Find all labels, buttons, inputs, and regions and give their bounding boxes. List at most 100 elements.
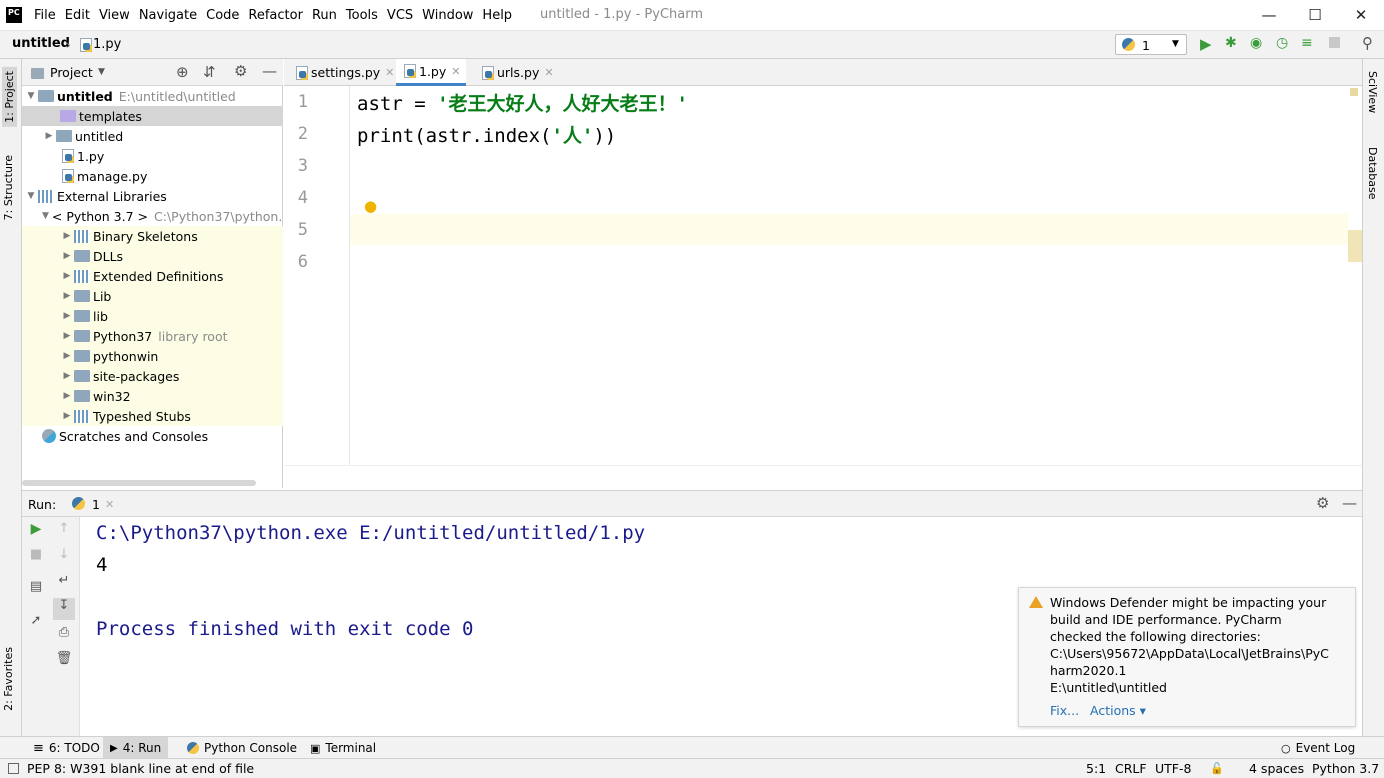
expand-arrow-icon[interactable]: ▶ <box>60 331 74 341</box>
caret-position[interactable]: 5:1 <box>1086 761 1106 776</box>
close-icon[interactable]: ✕ <box>105 498 114 511</box>
locate-icon[interactable]: ⊕ <box>176 63 189 81</box>
menu-edit[interactable]: Edit <box>65 8 90 23</box>
event-log-button[interactable]: ○ Event Log <box>1274 737 1362 759</box>
expand-arrow-icon[interactable]: ▶ <box>60 231 74 241</box>
menu-tools[interactable]: Tools <box>346 8 378 23</box>
profile-icon[interactable]: ◷ <box>1276 35 1288 51</box>
tree-item-binary-skeletons[interactable]: ▶ Binary Skeletons <box>22 226 283 246</box>
tree-item-1py[interactable]: 1.py <box>22 146 283 166</box>
tab-urls-py[interactable]: urls.py ✕ <box>474 59 560 86</box>
lock-icon[interactable]: 🔓 <box>1210 762 1224 775</box>
collapse-all-icon[interactable]: ⇵ <box>203 63 216 81</box>
indent-setting[interactable]: 4 spaces <box>1249 761 1304 776</box>
expand-arrow-icon[interactable]: ▶ <box>60 391 74 401</box>
lightbulb-icon[interactable]: ● <box>364 197 377 215</box>
menu-code[interactable]: Code <box>206 8 239 23</box>
status-toggle-icon[interactable] <box>8 763 19 774</box>
status-message[interactable]: PEP 8: W391 blank line at end of file <box>27 761 254 776</box>
tree-item-templates[interactable]: templates <box>22 106 283 126</box>
expand-arrow-icon[interactable]: ▶ <box>60 251 74 261</box>
menu-run[interactable]: Run <box>312 8 337 23</box>
tab-run[interactable]: ▶ 4: Run <box>103 737 169 759</box>
tab-1-py[interactable]: 1.py ✕ <box>396 59 467 86</box>
expand-arrow-icon[interactable]: ▶ <box>60 291 74 301</box>
tree-item-lib-lower[interactable]: ▶ lib <box>22 306 283 326</box>
close-icon[interactable]: ✕ <box>451 65 460 78</box>
close-icon[interactable]: ✕ <box>385 66 394 79</box>
expand-arrow-icon[interactable]: ▼ <box>24 91 38 101</box>
expand-arrow-icon[interactable]: ▶ <box>60 351 74 361</box>
tab-structure[interactable]: 7: Structure <box>2 155 15 220</box>
tree-item-site-packages[interactable]: ▶ site-packages <box>22 366 283 386</box>
tree-item-python37[interactable]: ▶ Python37 library root <box>22 326 283 346</box>
minimize-button[interactable]: — <box>1246 0 1292 31</box>
fix-link[interactable]: Fix... <box>1050 703 1079 718</box>
run-tab-label[interactable]: 1 <box>92 497 100 512</box>
tree-item-manage-py[interactable]: manage.py <box>22 166 283 186</box>
expand-arrow-icon[interactable]: ▶ <box>42 131 56 141</box>
print-icon[interactable]: ⎙ <box>50 625 78 647</box>
tree-item-dlls[interactable]: ▶ DLLs <box>22 246 283 266</box>
expand-arrow-icon[interactable]: ▶ <box>60 411 74 421</box>
stop-icon[interactable]: ■ <box>22 547 50 569</box>
interpreter[interactable]: Python 3.7 <box>1312 761 1379 776</box>
tree-item-python37-sdk[interactable]: ▼ < Python 3.7 > C:\Python37\python.exe <box>22 206 283 226</box>
scroll-to-end-icon[interactable]: ↧ <box>53 598 75 620</box>
tab-sciview[interactable]: SciView <box>1366 71 1379 113</box>
search-icon[interactable]: ⚲ <box>1362 34 1373 52</box>
tree-item-extended-definitions[interactable]: ▶ Extended Definitions <box>22 266 283 286</box>
gear-icon[interactable]: ⚙ <box>1316 494 1329 512</box>
hide-panel-icon[interactable]: — <box>1342 494 1357 512</box>
code-editor[interactable]: astr = '老王大好人，人好大老王！' print(astr.index('… <box>350 86 1362 465</box>
layout-icon[interactable]: ▤ <box>22 579 50 601</box>
tree-item-scratches[interactable]: Scratches and Consoles <box>22 426 283 446</box>
tab-python-console[interactable]: Python Console <box>180 737 304 759</box>
expand-arrow-icon[interactable]: ▼ <box>42 211 49 221</box>
tab-project[interactable]: 1: Project <box>2 67 17 127</box>
gear-icon[interactable]: ⚙ <box>234 62 247 80</box>
menu-refactor[interactable]: Refactor <box>248 8 303 23</box>
rerun-icon[interactable]: ▶ <box>22 521 50 543</box>
tree-item-pythonwin[interactable]: ▶ pythonwin <box>22 346 283 366</box>
tree-item-typeshed-stubs[interactable]: ▶ Typeshed Stubs <box>22 406 283 426</box>
tree-item-untitled-root[interactable]: ▼ untitled E:\untitled\untitled <box>22 86 283 106</box>
horizontal-scrollbar[interactable] <box>22 480 256 486</box>
expand-arrow-icon[interactable]: ▼ <box>24 191 38 201</box>
tab-todo[interactable]: ≡ 6: TODO <box>26 737 107 759</box>
tab-favorites[interactable]: 2: Favorites <box>2 647 15 711</box>
menu-file[interactable]: File <box>34 8 56 23</box>
run-icon[interactable]: ▶ <box>1200 35 1212 53</box>
pin-icon[interactable]: ➚ <box>22 613 50 635</box>
tree-item-lib-upper[interactable]: ▶ Lib <box>22 286 283 306</box>
breadcrumb-project[interactable]: untitled <box>12 36 70 51</box>
close-window-button[interactable]: ✕ <box>1338 0 1384 31</box>
stop-icon[interactable] <box>1329 37 1340 48</box>
down-arrow-icon[interactable]: ↓ <box>50 547 78 569</box>
trash-icon[interactable]: 🗑 <box>50 651 78 673</box>
tree-item-win32[interactable]: ▶ win32 <box>22 386 283 406</box>
chevron-down-icon[interactable]: ▼ <box>98 67 105 77</box>
hide-panel-icon[interactable]: — <box>262 62 277 80</box>
tree-item-untitled-package[interactable]: ▶ untitled <box>22 126 283 146</box>
actions-dropdown[interactable]: Actions ▾ <box>1090 703 1146 718</box>
tab-database[interactable]: Database <box>1366 147 1379 200</box>
inspection-status-icon[interactable] <box>1350 88 1358 96</box>
up-arrow-icon[interactable]: ↑ <box>50 521 78 543</box>
expand-arrow-icon[interactable]: ▶ <box>60 271 74 281</box>
expand-arrow-icon[interactable]: ▶ <box>60 371 74 381</box>
menu-help[interactable]: Help <box>482 8 512 23</box>
menu-navigate[interactable]: Navigate <box>139 8 197 23</box>
build-icon[interactable]: ≡ <box>1301 35 1313 51</box>
debug-icon[interactable]: ✱ <box>1225 35 1237 51</box>
menu-window[interactable]: Window <box>422 8 473 23</box>
line-separator[interactable]: CRLF <box>1115 761 1147 776</box>
menu-view[interactable]: View <box>99 8 130 23</box>
maximize-button[interactable]: ☐ <box>1292 0 1338 31</box>
run-config-selector[interactable]: 1 ▼ <box>1115 34 1187 55</box>
tab-settings-py[interactable]: settings.py ✕ <box>288 59 400 86</box>
project-panel-title[interactable]: Project <box>50 65 93 80</box>
expand-arrow-icon[interactable]: ▶ <box>60 311 74 321</box>
tab-terminal[interactable]: ▣ Terminal <box>303 737 383 759</box>
breadcrumb-file[interactable]: 1.py <box>93 37 121 52</box>
